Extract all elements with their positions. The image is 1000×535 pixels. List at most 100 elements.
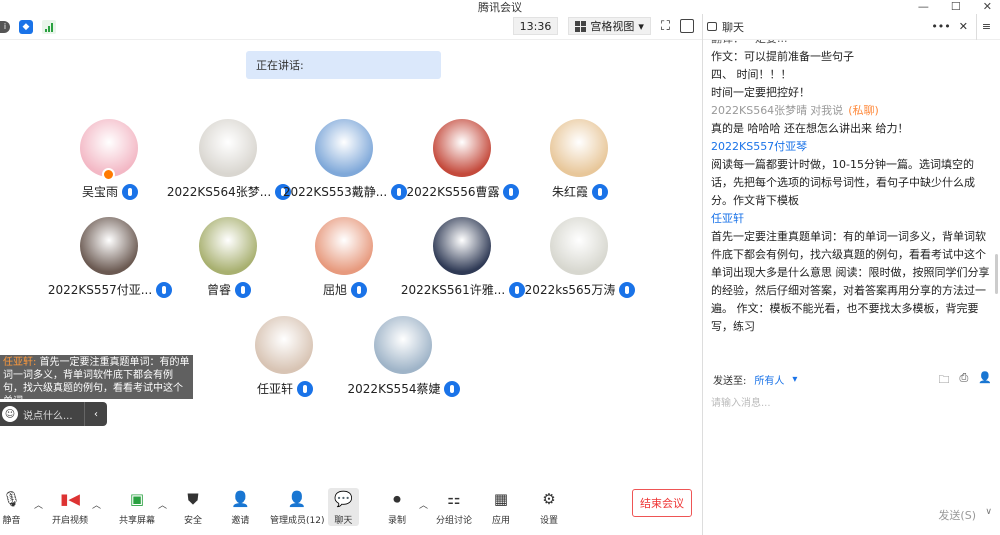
avatar — [199, 119, 257, 177]
breakout-button[interactable]: ⚏ 分组讨论 — [436, 488, 472, 526]
chat-sender-name[interactable]: 任亚轩 — [711, 212, 744, 225]
apps-button[interactable]: ▦ 应用 — [492, 488, 510, 526]
window-controls: — ☐ ✕ — [918, 0, 992, 13]
manage-members-button[interactable]: 👤 管理成员(12) — [270, 488, 324, 526]
avatar — [315, 217, 373, 275]
speaking-indicator: 正在讲话: — [246, 51, 441, 79]
meeting-area: i ◆ 13:36 宫格视图 ▾ ⛶ 正在讲话: 吴宝雨 2022KS564张梦.… — [0, 14, 702, 535]
send-to-target[interactable]: 所有人 — [754, 372, 784, 387]
record-button[interactable]: ⏺ 录制 — [388, 488, 406, 526]
host-badge-icon — [102, 168, 115, 181]
invite-button[interactable]: 👤 邀请 — [231, 488, 250, 526]
meeting-timer: 13:36 — [512, 17, 559, 35]
comment-placeholder[interactable]: 说点什么... — [23, 407, 73, 422]
chat-label: 聊天 — [334, 516, 353, 526]
avatar — [255, 316, 313, 374]
participant-name: 屈旭 — [322, 283, 347, 297]
settings-button[interactable]: ⚙ 设置 — [540, 488, 558, 526]
participant-tile[interactable]: 2022ks565万涛 — [520, 217, 640, 307]
participant-name-row: 2022ks565万涛 — [500, 281, 660, 298]
mute-button[interactable]: 🎙 静音 — [2, 488, 21, 526]
chat-message-text: 作文：可以提前准备一些句子 — [711, 50, 854, 63]
microphone-icon — [592, 183, 608, 200]
send-to-selector[interactable]: 发送至: 所有人 ▾ — [713, 372, 797, 387]
participant-name: 2022KS553戴静... — [282, 185, 388, 199]
avatar — [433, 119, 491, 177]
share-options-icon[interactable]: ︿ — [158, 498, 167, 511]
security-button[interactable]: ⛊ 安全 — [184, 488, 202, 526]
video-button[interactable]: ▮◀ 开启视频 — [52, 488, 88, 526]
members-label: 管理成员(12) — [270, 516, 325, 526]
chat-sender-name[interactable]: 2022KS564张梦晴 — [711, 104, 807, 117]
camera-off-icon: ▮◀ — [60, 490, 80, 508]
chat-message-text: 首先一定要注重真题单词：有的单词一词多义，背单词软件底下都会有例句，找六级真题的… — [711, 230, 990, 333]
avatar — [433, 217, 491, 275]
mute-label: 静音 — [2, 516, 21, 526]
view-mode-dropdown[interactable]: 宫格视图 ▾ — [568, 17, 651, 35]
view-mode-label: 宫格视图 — [590, 20, 635, 33]
quick-comment-bar[interactable]: ☺ 说点什么... ‹ — [0, 402, 107, 426]
chat-input[interactable]: 请输入消息... — [711, 394, 771, 409]
avatar — [374, 316, 432, 374]
record-options-icon[interactable]: ︿ — [419, 498, 428, 511]
caption-speaker: 任亚轩: — [3, 357, 37, 368]
participant-tile[interactable]: 朱红霞 — [520, 119, 640, 209]
video-label: 开启视频 — [52, 516, 89, 526]
speaking-label: 正在讲话: — [256, 59, 304, 72]
chat-sender-name[interactable]: 2022KS557付亚琴 — [711, 140, 807, 153]
chat-panel: 聊天 ••• ✕ ≡ 翻译：一定要... 作文：可以提前准备一些句子四、 时间！… — [702, 13, 1000, 535]
mute-options-icon[interactable]: ︿ — [34, 498, 43, 511]
chat-scrollbar[interactable] — [995, 254, 998, 294]
participant-name: 任亚轩 — [256, 382, 293, 396]
folder-icon[interactable]: 🗀 — [938, 371, 949, 390]
avatar — [550, 119, 608, 177]
chat-icon — [707, 22, 717, 31]
members-icon: 👤 — [287, 490, 307, 508]
share-screen-button[interactable]: ▣ 共享屏幕 — [119, 488, 155, 526]
avatar — [199, 217, 257, 275]
close-window-button[interactable]: ✕ — [983, 0, 992, 13]
chat-message-cut: 翻译：一定要... — [711, 40, 991, 48]
participant-name: 2022KS564张梦... — [166, 185, 272, 199]
participant-name-row: 朱红霞 — [500, 183, 660, 200]
send-button[interactable]: 发送(S) — [938, 507, 976, 523]
collapse-icon[interactable]: ‹ — [85, 409, 107, 420]
meeting-top-bar: i ◆ 13:36 宫格视图 ▾ ⛶ — [0, 14, 702, 40]
minimize-button[interactable]: — — [918, 0, 929, 13]
gear-icon: ⚙ — [542, 490, 556, 508]
chat-message-text: 时间一定要把控好！ — [711, 86, 810, 99]
participant-name: 2022KS556曹露 — [406, 185, 500, 199]
hamburger-menu-icon[interactable]: ≡ — [976, 13, 996, 40]
private-chat-tag: (私聊) — [848, 104, 879, 117]
participant-name: 2022KS561许雅... — [400, 283, 506, 297]
share-label: 共享屏幕 — [119, 516, 156, 526]
chat-icon: 💬 — [334, 490, 353, 508]
close-chat-icon[interactable]: ✕ — [959, 20, 968, 33]
more-options-icon[interactable]: ••• — [931, 20, 950, 33]
layout-toggle-icon[interactable] — [680, 19, 694, 33]
chat-header: 聊天 ••• ✕ ≡ — [703, 13, 1000, 40]
chat-messages: 翻译：一定要... 作文：可以提前准备一些句子四、 时间！！！ 时间一定要把控好！… — [711, 40, 991, 380]
shield-icon[interactable]: ◆ — [19, 19, 33, 34]
chat-direction: 对我说 — [810, 104, 844, 117]
participant-name: 2022ks565万涛 — [524, 283, 616, 297]
user-settings-icon[interactable]: 👤 — [978, 371, 992, 390]
participant-tile[interactable]: 2022KS554蔡婕 — [344, 316, 464, 406]
chat-button[interactable]: 💬 聊天 — [328, 488, 359, 526]
title-bar: 腾讯会议 — ☐ ✕ — [0, 0, 1000, 14]
avatar — [550, 217, 608, 275]
chat-sender: 2022KS564张梦晴 对我说 (私聊) — [711, 102, 991, 120]
info-icon[interactable]: i — [0, 20, 10, 33]
send-options-icon[interactable]: ∨ — [985, 507, 992, 517]
network-signal-icon[interactable] — [42, 19, 56, 34]
grid-view-icon — [575, 20, 587, 32]
end-meeting-button[interactable]: 结束会议 — [632, 489, 692, 517]
video-options-icon[interactable]: ︿ — [92, 498, 101, 511]
apps-label: 应用 — [492, 516, 511, 526]
fullscreen-icon[interactable]: ⛶ — [661, 19, 670, 34]
screenshot-icon[interactable]: ⎙ — [959, 371, 968, 390]
record-label: 录制 — [388, 516, 407, 526]
emoji-icon[interactable]: ☺ — [2, 406, 18, 422]
chat-message-text: 阅读每一篇都要计时做，10-15分钟一篇。选词填空的话，先把每个选项的词标号词性… — [711, 158, 975, 207]
restore-button[interactable]: ☐ — [951, 0, 961, 13]
